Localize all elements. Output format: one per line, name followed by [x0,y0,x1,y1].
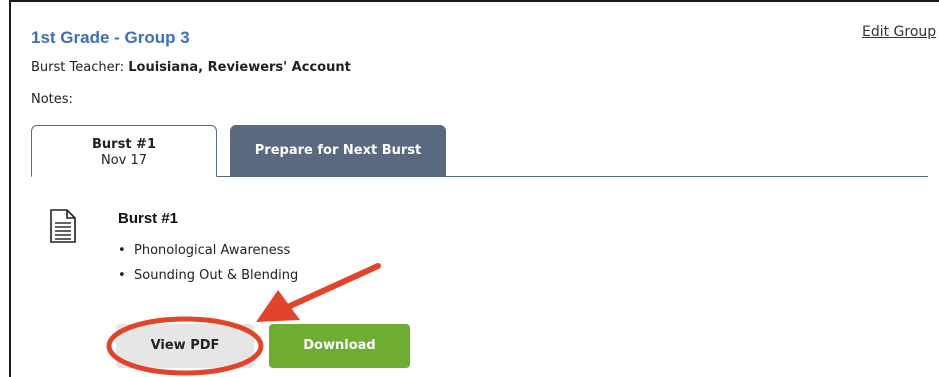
panel-top-border [9,0,939,2]
arrow-head-icon [256,290,300,322]
panel-left-border [9,0,11,377]
bullet-icon: • [118,268,126,283]
burst-teacher-name: Louisiana, Reviewers' Account [128,60,351,75]
skill-label: Phonological Awareness [134,243,291,258]
tab-burst-1[interactable]: Burst #1 Nov 17 [31,125,217,177]
download-label: Download [303,338,376,353]
arrow-shaft [287,263,381,309]
document-icon [50,209,76,243]
view-pdf-button[interactable]: View PDF [116,324,254,368]
burst-teacher: Burst Teacher: Louisiana, Reviewers' Acc… [31,60,351,75]
skill-label: Sounding Out & Blending [134,268,299,283]
tab-burst-1-label: Burst #1 [92,137,156,152]
tab-prepare-next-burst[interactable]: Prepare for Next Burst [230,125,446,177]
annotation-overlay [106,263,381,376]
burst-teacher-label: Burst Teacher: [31,60,125,75]
notes-label: Notes: [31,92,73,107]
view-pdf-label: View PDF [150,338,220,353]
tab-burst-1-date: Nov 17 [100,153,148,168]
burst-title: Burst #1 [118,210,179,227]
list-item: • Sounding Out & Blending [118,267,298,292]
skill-list: • Phonological Awareness • Sounding Out & … [118,242,298,292]
download-button[interactable]: Download [269,324,410,368]
tab-prepare-next-burst-label: Prepare for Next Burst [254,143,422,158]
edit-group-link[interactable]: Edit Group [862,24,936,40]
list-item: • Phonological Awareness [118,242,298,267]
bullet-icon: • [118,243,126,258]
group-title: 1st Grade - Group 3 [31,28,190,47]
